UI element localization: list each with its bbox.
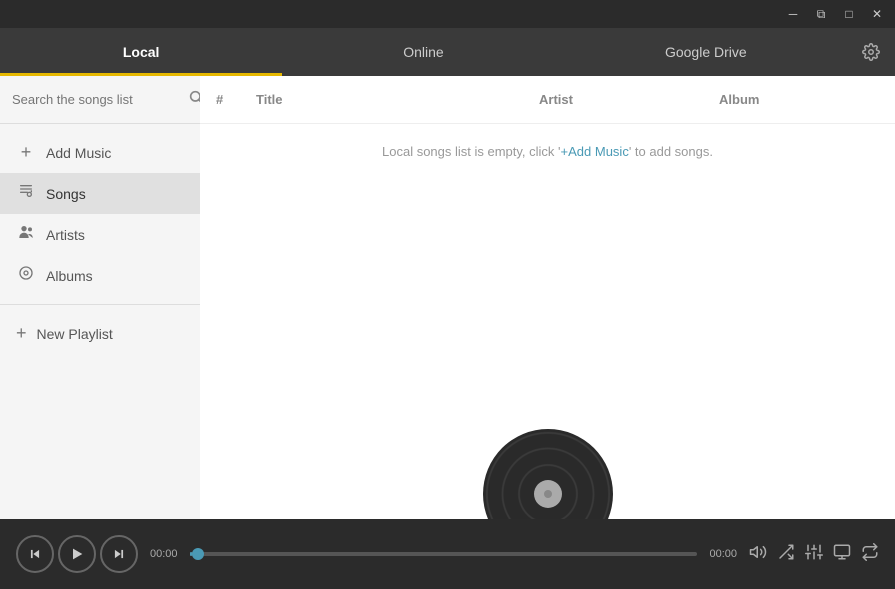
minimize-button[interactable]: ─	[779, 3, 807, 25]
gear-icon	[862, 43, 880, 61]
sidebar: + Add Music Songs	[0, 76, 200, 519]
col-title-header: Title	[256, 92, 539, 107]
sidebar-nav: + Add Music Songs	[0, 124, 200, 519]
settings-button[interactable]	[847, 28, 895, 76]
volume-button[interactable]	[749, 543, 767, 566]
vinyl-center-dot	[544, 490, 552, 498]
songs-label: Songs	[46, 186, 86, 202]
new-playlist-icon: +	[16, 323, 27, 344]
maximize-button[interactable]: □	[835, 3, 863, 25]
vinyl-area	[200, 399, 895, 519]
next-button[interactable]	[100, 535, 138, 573]
new-playlist-label: New Playlist	[37, 326, 113, 342]
search-input[interactable]	[12, 92, 188, 107]
player-bar: 00:00 00:00	[0, 519, 895, 589]
artists-label: Artists	[46, 227, 85, 243]
empty-message-prefix: Local songs list is empty, click '	[382, 144, 561, 159]
window-bar: ─ ⧉ □ ✕	[0, 0, 895, 28]
col-artist-header: Artist	[539, 92, 719, 107]
close-button[interactable]: ✕	[863, 3, 891, 25]
play-button[interactable]	[58, 535, 96, 573]
app-container: ─ ⧉ □ ✕ Local Online Google Drive	[0, 0, 895, 589]
sidebar-item-new-playlist[interactable]: + New Playlist	[0, 313, 200, 354]
empty-message-suffix: ' to add songs.	[629, 144, 713, 159]
prev-button[interactable]	[16, 535, 54, 573]
screen-button[interactable]	[833, 543, 851, 566]
sidebar-divider	[0, 304, 200, 305]
add-music-label: Add Music	[46, 145, 111, 161]
table-header: # Title Artist Album	[200, 76, 895, 124]
songs-icon	[16, 183, 36, 204]
albums-icon	[16, 265, 36, 286]
total-time: 00:00	[709, 548, 737, 560]
search-bar	[0, 76, 200, 124]
main-content: # Title Artist Album Local songs list is…	[200, 76, 895, 519]
artists-icon	[16, 224, 36, 245]
current-time: 00:00	[150, 548, 178, 560]
add-music-icon: +	[16, 142, 36, 163]
col-num-header: #	[216, 92, 256, 107]
add-music-link[interactable]: +Add Music	[561, 144, 629, 159]
player-controls	[16, 535, 138, 573]
sidebar-item-artists[interactable]: Artists	[0, 214, 200, 255]
vinyl-center	[534, 480, 562, 508]
progress-bar[interactable]	[190, 552, 698, 556]
player-actions	[749, 543, 879, 566]
albums-label: Albums	[46, 268, 93, 284]
equalizer-button[interactable]	[805, 543, 823, 566]
tab-local[interactable]: Local	[0, 28, 282, 76]
repeat-button[interactable]	[861, 543, 879, 566]
sidebar-item-albums[interactable]: Albums	[0, 255, 200, 296]
shuffle-button[interactable]	[777, 543, 795, 566]
col-album-header: Album	[719, 92, 879, 107]
tab-google-drive[interactable]: Google Drive	[565, 28, 847, 76]
progress-container[interactable]	[190, 552, 698, 556]
progress-thumb	[192, 548, 204, 560]
restore-button[interactable]: ⧉	[807, 3, 835, 25]
empty-message: Local songs list is empty, click '+Add M…	[200, 124, 895, 399]
tab-bar: Local Online Google Drive	[0, 28, 895, 76]
sidebar-item-add-music[interactable]: + Add Music	[0, 132, 200, 173]
vinyl-record	[483, 429, 613, 519]
sidebar-item-songs[interactable]: Songs	[0, 173, 200, 214]
tab-online[interactable]: Online	[282, 28, 564, 76]
content-area: + Add Music Songs	[0, 76, 895, 519]
